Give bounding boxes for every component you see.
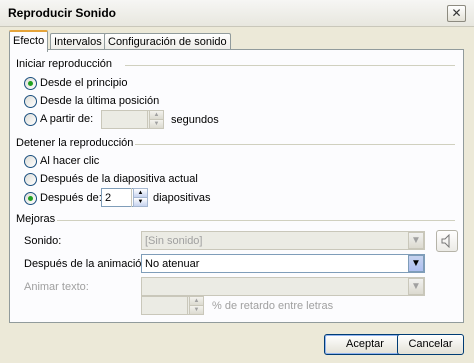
letter-delay-unit: % de retardo entre letras	[212, 300, 334, 312]
letter-delay-input[interactable]: ▲ ▼	[141, 296, 204, 315]
after-animation-label: Después de la animación:	[24, 258, 151, 270]
radio-stop-on-click[interactable]	[24, 155, 37, 168]
start-group-label: Iniciar reproducción	[16, 58, 112, 70]
tab-intervalos[interactable]: Intervalos	[50, 33, 106, 50]
stop-divider	[135, 144, 455, 145]
label-start-from[interactable]: A partir de:	[40, 113, 93, 125]
stop-slides-value: 2	[105, 192, 112, 204]
tab-configuracion-sonido[interactable]: Configuración de sonido	[104, 33, 231, 50]
start-seconds-unit: segundos	[171, 114, 219, 126]
animate-text-select[interactable]: ▼	[141, 277, 425, 296]
radio-stop-after-current[interactable]	[24, 173, 37, 186]
radio-start-last-position[interactable]	[24, 95, 37, 108]
label-start-beginning[interactable]: Desde el principio	[40, 77, 127, 89]
sound-settings-button[interactable]	[436, 230, 458, 252]
sound-select-value: [Sin sonido]	[145, 235, 203, 247]
enhancements-group-label: Mejoras	[16, 213, 56, 225]
after-animation-value: No atenuar	[145, 258, 200, 270]
stop-slides-input[interactable]: 2 ▲ ▼	[101, 188, 148, 207]
stop-slides-unit: diapositivas	[153, 192, 211, 204]
chevron-down-icon[interactable]: ▼	[408, 232, 424, 249]
label-stop-after-current[interactable]: Después de la diapositiva actual	[40, 173, 198, 185]
spin-down-icon[interactable]: ▼	[189, 305, 204, 315]
tab-efecto[interactable]: Efecto	[9, 30, 49, 52]
start-divider	[125, 65, 455, 66]
radio-start-beginning[interactable]	[24, 77, 37, 90]
spin-down-icon[interactable]: ▼	[149, 119, 164, 129]
enhancements-divider	[57, 220, 455, 221]
radio-stop-after[interactable]	[24, 192, 37, 205]
stop-group-label: Detener la reproducción	[16, 137, 134, 149]
label-start-last-position[interactable]: Desde la última posición	[40, 95, 159, 107]
after-animation-select[interactable]: No atenuar ▼	[141, 254, 425, 273]
sound-label: Sonido:	[24, 235, 62, 247]
close-button[interactable]: ✕	[447, 5, 466, 22]
animate-text-label: Animar texto:	[24, 281, 89, 293]
chevron-down-icon[interactable]: ▼	[408, 255, 424, 272]
cancel-button[interactable]: Cancelar	[397, 334, 464, 355]
start-seconds-spinner[interactable]: ▲ ▼	[147, 110, 164, 129]
chevron-down-icon[interactable]: ▼	[408, 278, 424, 295]
ok-button[interactable]: Aceptar	[324, 334, 406, 355]
close-icon: ✕	[451, 6, 462, 20]
radio-start-from[interactable]	[24, 113, 37, 126]
spin-down-icon[interactable]: ▼	[133, 197, 148, 207]
letter-delay-spinner[interactable]: ▲ ▼	[187, 296, 204, 315]
window-title: Reproducir Sonido	[8, 6, 116, 20]
start-seconds-input[interactable]: ▲ ▼	[101, 110, 164, 129]
label-stop-on-click[interactable]: Al hacer clic	[40, 155, 99, 167]
stop-slides-spinner[interactable]: ▲ ▼	[131, 188, 148, 207]
label-stop-after[interactable]: Después de:	[40, 192, 102, 204]
sound-select[interactable]: [Sin sonido] ▼	[141, 231, 425, 250]
speaker-icon	[441, 233, 450, 249]
